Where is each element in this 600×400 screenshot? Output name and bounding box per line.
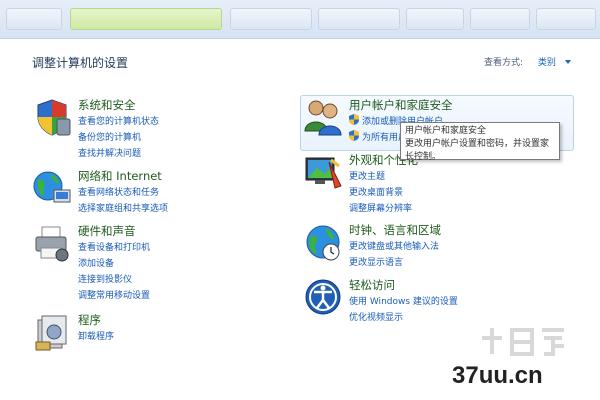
category-title[interactable]: 系统和安全 bbox=[78, 97, 136, 113]
tooltip-description: 更改用户帐户设置和密码，并设置家长控制。 bbox=[405, 139, 550, 162]
link-screen-resolution[interactable]: 调整屏幕分辨率 bbox=[349, 201, 412, 217]
link-add-device[interactable]: 添加设备 bbox=[78, 256, 150, 272]
category-title[interactable]: 时钟、语言和区域 bbox=[349, 222, 441, 238]
link-backup[interactable]: 备份您的计算机 bbox=[78, 130, 159, 146]
link-display-language[interactable]: 更改显示语言 bbox=[349, 255, 439, 271]
link-uninstall[interactable]: 卸载程序 bbox=[78, 329, 114, 345]
page-title: 调整计算机的设置 bbox=[32, 56, 129, 70]
link-homegroup[interactable]: 选择家庭组和共享选项 bbox=[78, 201, 168, 217]
tooltip: 用户帐户和家庭安全 更改用户帐户设置和密码，并设置家长控制。 bbox=[400, 122, 560, 162]
category-title[interactable]: 用户帐户和家庭安全 bbox=[349, 97, 453, 113]
chevron-down-icon[interactable] bbox=[564, 60, 571, 64]
shield-icon[interactable] bbox=[32, 97, 72, 137]
browser-tab[interactable] bbox=[230, 8, 312, 30]
tooltip-title: 用户帐户和家庭安全 bbox=[405, 126, 487, 136]
browser-tab[interactable] bbox=[70, 8, 222, 30]
browser-tab[interactable] bbox=[470, 8, 530, 30]
category-title[interactable]: 轻松访问 bbox=[349, 277, 395, 293]
category-title[interactable]: 程序 bbox=[78, 312, 101, 328]
printer-icon[interactable] bbox=[32, 223, 72, 263]
appearance-icon[interactable] bbox=[303, 152, 343, 192]
link-view-status[interactable]: 查看您的计算机状态 bbox=[78, 114, 159, 130]
link-troubleshoot[interactable]: 查找并解决问题 bbox=[78, 146, 159, 162]
browser-tab-strip bbox=[0, 0, 600, 39]
view-mode-label: 查看方式: bbox=[484, 58, 524, 68]
uac-shield-icon bbox=[349, 130, 359, 141]
watermark-site: 37uu.cn bbox=[452, 362, 543, 389]
browser-tab[interactable] bbox=[6, 8, 62, 30]
uac-shield-icon bbox=[349, 114, 359, 125]
browser-tab[interactable] bbox=[318, 8, 400, 30]
link-recommended-settings[interactable]: 使用 Windows 建议的设置 bbox=[349, 294, 458, 310]
link-mobility-settings[interactable]: 调整常用移动设置 bbox=[78, 288, 150, 304]
browser-tab[interactable] bbox=[536, 8, 596, 30]
link-network-status[interactable]: 查看网络状态和任务 bbox=[78, 185, 168, 201]
link-devices-printers[interactable]: 查看设备和打印机 bbox=[78, 240, 150, 256]
link-change-theme[interactable]: 更改主题 bbox=[349, 169, 412, 185]
programs-icon[interactable] bbox=[32, 312, 72, 352]
link-keyboard-input[interactable]: 更改键盘或其他输入法 bbox=[349, 239, 439, 255]
clock-globe-icon[interactable] bbox=[303, 222, 343, 262]
link-projector[interactable]: 连接到投影仪 bbox=[78, 272, 150, 288]
users-icon[interactable] bbox=[303, 97, 343, 137]
globe-network-icon[interactable] bbox=[32, 168, 72, 208]
category-title[interactable]: 网络和 Internet bbox=[78, 168, 162, 184]
watermark-logo-icon bbox=[482, 328, 564, 356]
view-mode-dropdown[interactable]: 类别 bbox=[538, 58, 556, 68]
category-title[interactable]: 硬件和声音 bbox=[78, 223, 136, 239]
link-change-background[interactable]: 更改桌面背景 bbox=[349, 185, 412, 201]
browser-tab[interactable] bbox=[406, 8, 464, 30]
ease-of-access-icon[interactable] bbox=[303, 277, 343, 317]
link-optimize-display[interactable]: 优化视频显示 bbox=[349, 310, 458, 326]
view-mode: 查看方式: 类别 bbox=[484, 55, 571, 68]
